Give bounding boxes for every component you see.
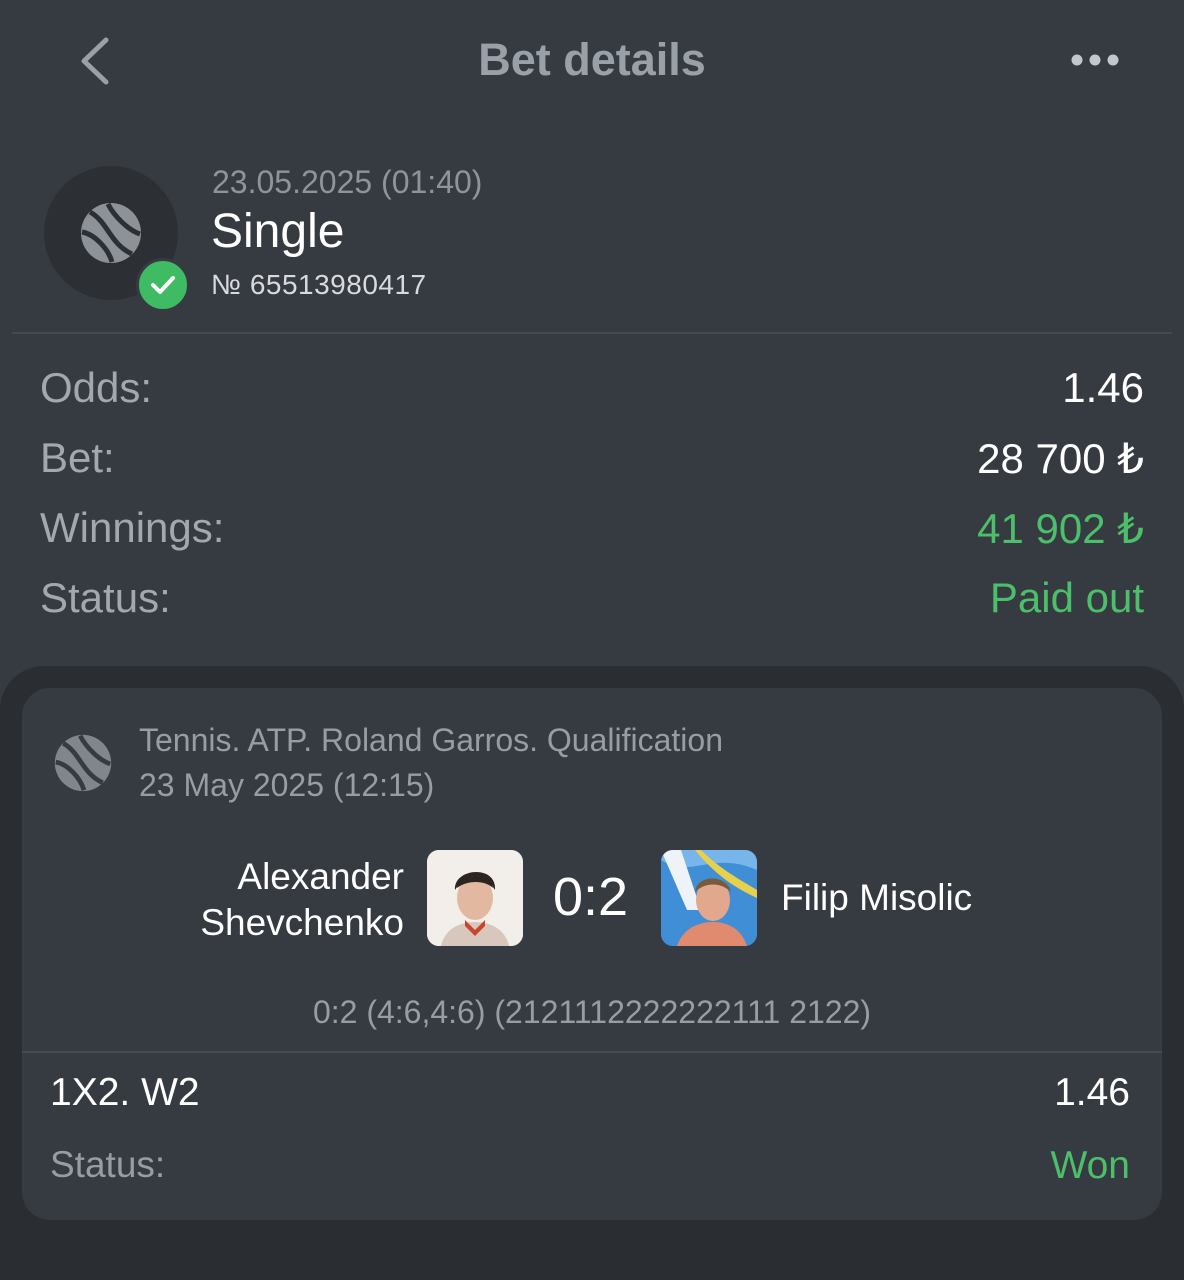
status-row: Status: Paid out [40,574,1144,630]
bet-label: Bet: [40,434,115,481]
bet-number: № 65513980417 [211,269,427,300]
odds-label: Odds: [40,364,153,411]
tennis-ball-icon [54,734,112,792]
winnings-label: Winnings: [40,504,225,551]
market-name: 1X2. W2 [50,1071,200,1114]
bet-amount-row: Bet: 28 700 ₺ [40,434,1144,490]
bet-summary: 23.05.2025 (01:40) Single № 65513980417 [0,150,1184,332]
player1-name: Alexander Shevchenko [200,856,404,943]
winnings-row: Winnings: 41 902 ₺ [40,504,1144,560]
bet-type: Single [211,205,345,258]
bet-date: 23.05.2025 (01:40) [212,164,483,200]
header: Bet details [0,0,1184,124]
player2-avatar [661,850,757,946]
winnings-value: 41 902 ₺ [977,505,1144,552]
bet-details-screen: Bet details 23.05.2025 (01:40) Single № … [0,0,1184,1280]
player1-avatar [427,850,523,946]
score-details: 0:2 (4:6,4:6) (2121112222222111 2122) [312,994,872,1030]
bottom-area [0,1220,1184,1280]
status-badge [136,258,190,312]
odds-value: 1.46 [1062,364,1144,411]
status-label: Status: [40,574,171,621]
event-card[interactable]: Tennis. ATP. Roland Garros. Qualificatio… [22,688,1162,1220]
tennis-ball-icon [81,202,141,263]
divider [22,1051,1162,1053]
match-score: 0:2 [553,867,629,927]
event-date: 23 May 2025 (12:15) [139,767,435,803]
page-title: Bet details [478,34,706,85]
odds-row: Odds: 1.46 [40,364,1144,420]
player-photo [427,850,523,946]
player2-name: Filip Misolic [781,877,973,918]
market-odds: 1.46 [1054,1071,1130,1114]
more-horizontal-icon [1071,54,1119,66]
bet-value: 28 700 ₺ [977,435,1144,482]
tournament-name: Tennis. ATP. Roland Garros. Qualificatio… [139,722,723,758]
more-options-button[interactable] [1062,40,1132,80]
outcome-status-label: Status: [50,1144,166,1185]
status-value: Paid out [989,574,1144,621]
player-photo [661,850,757,946]
check-icon [151,276,175,294]
outcome-status-value: Won [1050,1144,1131,1187]
divider [12,332,1172,334]
